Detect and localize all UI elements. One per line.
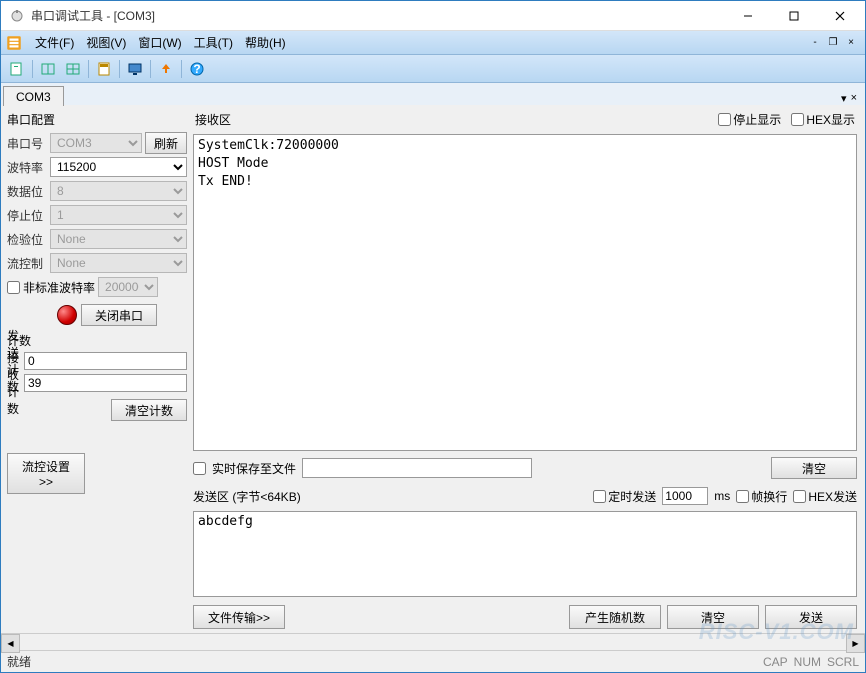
menu-file[interactable]: 文件(F) (29, 32, 80, 53)
send-button[interactable]: 发送 (765, 605, 857, 629)
hex-send-checkbox[interactable] (793, 490, 806, 503)
baud-select[interactable]: 115200 (50, 157, 187, 177)
recv-title: 接收区 (195, 111, 718, 128)
data-panel: 接收区 停止显示 HEX显示 SystemClk:72000000 HOST M… (193, 105, 865, 633)
recv-textarea[interactable]: SystemClk:72000000 HOST Mode Tx END! (193, 134, 857, 451)
stopbits-select[interactable]: 1 (50, 205, 187, 225)
menu-view[interactable]: 视图(V) (80, 32, 132, 53)
close-button[interactable] (817, 2, 863, 30)
parity-select[interactable]: None (50, 229, 187, 249)
port-select[interactable]: COM3 (50, 133, 142, 153)
refresh-button[interactable]: 刷新 (145, 132, 187, 154)
mdi-close-button[interactable]: × (843, 36, 859, 50)
menu-window[interactable]: 窗口(W) (132, 32, 187, 53)
send-clear-button[interactable]: 清空 (667, 605, 759, 629)
send-title: 发送区 (字节<64KB) (193, 488, 301, 505)
pause-display-label: 停止显示 (733, 111, 781, 128)
recv-clear-button[interactable]: 清空 (771, 457, 857, 479)
save-to-file-label: 实时保存至文件 (212, 460, 296, 477)
baud-label: 波特率 (7, 159, 47, 176)
config-title: 串口配置 (7, 109, 187, 130)
svg-text:?: ? (193, 62, 200, 76)
titlebar: 串口调试工具 - [COM3] (1, 1, 865, 31)
port-label: 串口号 (7, 135, 47, 152)
ms-label: ms (714, 489, 730, 503)
toolbar-monitor-icon[interactable] (123, 57, 147, 81)
send-textarea[interactable] (193, 511, 857, 597)
databits-select[interactable]: 8 (50, 181, 187, 201)
nonstd-baud-select[interactable]: 200000 (98, 277, 158, 297)
tab-dropdown-icon[interactable]: ▾ (841, 92, 847, 105)
window-title: 串口调试工具 - [COM3] (31, 7, 725, 24)
mdi-restore-button[interactable]: ❐ (825, 36, 841, 50)
hex-display-checkbox[interactable] (791, 113, 804, 126)
flow-select[interactable]: None (50, 253, 187, 273)
mdi-minimize-button[interactable]: - (807, 36, 823, 50)
random-button[interactable]: 产生随机数 (569, 605, 661, 629)
timed-send-label: 定时发送 (608, 488, 656, 505)
toolbar-help-icon[interactable]: ? (185, 57, 209, 81)
hex-send-label: HEX发送 (808, 488, 857, 505)
parity-label: 检验位 (7, 231, 47, 248)
hex-display-label: HEX显示 (806, 111, 855, 128)
interval-field[interactable] (662, 487, 708, 505)
minimize-button[interactable] (725, 2, 771, 30)
menu-tools[interactable]: 工具(T) (188, 32, 239, 53)
toolbar-layout2-icon[interactable] (61, 57, 85, 81)
recv-count-field[interactable] (24, 374, 187, 392)
toolbar-layout1-icon[interactable] (36, 57, 60, 81)
status-cap: CAP (763, 655, 788, 669)
status-ready: 就绪 (7, 653, 763, 670)
status-led-icon (57, 305, 77, 325)
flow-settings-button[interactable]: 流控设置>> (7, 453, 85, 494)
frame-wrap-checkbox[interactable] (736, 490, 749, 503)
main: 串口配置 串口号 COM3 刷新 波特率 115200 数据位 8 停止位 1 … (1, 105, 865, 633)
flow-label: 流控制 (7, 255, 47, 272)
status-num: NUM (794, 655, 821, 669)
databits-label: 数据位 (7, 183, 47, 200)
file-transfer-button[interactable]: 文件传输>> (193, 605, 285, 629)
save-to-file-checkbox[interactable] (193, 462, 206, 475)
toolbar: ? (1, 55, 865, 83)
menubar-icon (5, 34, 23, 52)
clear-counts-button[interactable]: 清空计数 (111, 399, 187, 421)
close-port-button[interactable]: 关闭串口 (81, 304, 157, 326)
maximize-button[interactable] (771, 2, 817, 30)
statusbar: 就绪 CAP NUM SCRL (1, 650, 865, 672)
toolbar-new-icon[interactable] (5, 57, 29, 81)
horizontal-scrollbar[interactable] (1, 633, 865, 650)
toolbar-upload-icon[interactable] (154, 57, 178, 81)
app-icon (9, 8, 25, 24)
tab-com3[interactable]: COM3 (3, 86, 64, 106)
menu-help[interactable]: 帮助(H) (239, 32, 292, 53)
frame-wrap-label: 帧换行 (751, 488, 787, 505)
tab-close-icon[interactable]: × (851, 92, 857, 105)
pause-display-checkbox[interactable] (718, 113, 731, 126)
menubar: 文件(F) 视图(V) 窗口(W) 工具(T) 帮助(H) - ❐ × (1, 31, 865, 55)
status-scrl: SCRL (827, 655, 859, 669)
save-path-field[interactable] (302, 458, 532, 478)
toolbar-calc-icon[interactable] (92, 57, 116, 81)
tabbar: COM3 ▾ × (1, 83, 865, 105)
counts-title: 计数 (7, 332, 187, 349)
nonstd-baud-label: 非标准波特率 (23, 279, 95, 296)
send-count-field[interactable] (24, 352, 187, 370)
nonstd-baud-checkbox[interactable] (7, 281, 20, 294)
timed-send-checkbox[interactable] (593, 490, 606, 503)
stopbits-label: 停止位 (7, 207, 47, 224)
config-panel: 串口配置 串口号 COM3 刷新 波特率 115200 数据位 8 停止位 1 … (1, 105, 193, 633)
